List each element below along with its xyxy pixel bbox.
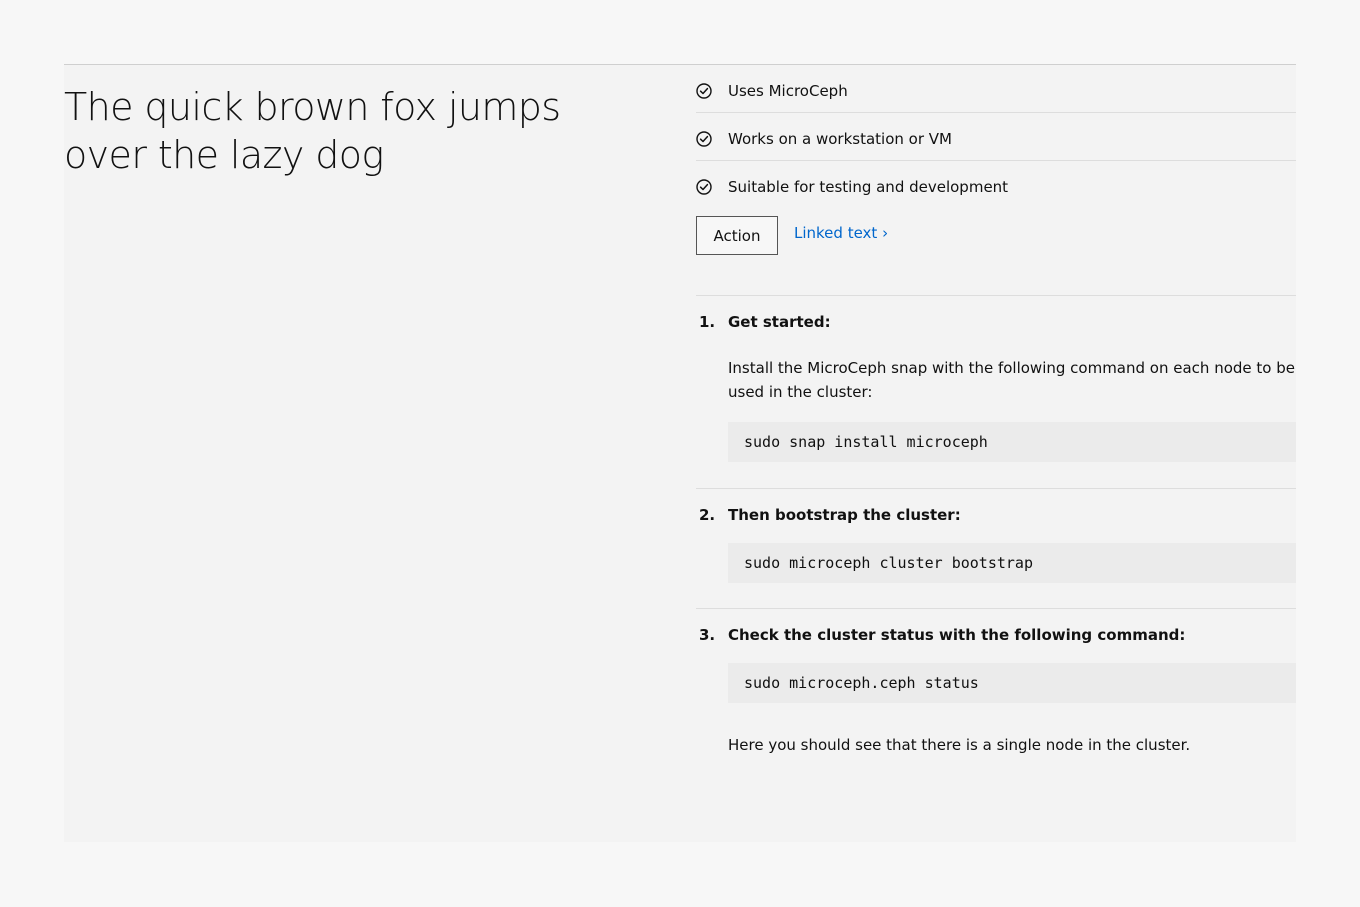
step-item: 3. Check the cluster status with the fol…	[696, 609, 1296, 769]
feature-list: Uses MicroCeph Works on a workstation or…	[696, 65, 1296, 209]
code-snippet[interactable]: sudo snap install microceph	[728, 422, 1296, 462]
step-item: 1. Get started: Install the MicroCeph sn…	[696, 296, 1296, 489]
feature-item-microceph: Uses MicroCeph	[696, 65, 1296, 113]
check-circle-icon	[696, 179, 712, 195]
check-circle-icon	[696, 131, 712, 147]
code-snippet[interactable]: sudo microceph cluster bootstrap	[728, 543, 1296, 583]
page-title: The quick brown fox jumps over the lazy …	[64, 85, 561, 177]
code-snippet[interactable]: sudo microceph.ceph status	[728, 663, 1296, 703]
feature-label: Uses MicroCeph	[728, 82, 848, 100]
steps-list: 1. Get started: Install the MicroCeph sn…	[696, 296, 1296, 769]
step-title: Then bootstrap the cluster:	[728, 506, 961, 524]
step-description: Here you should see that there is a sing…	[728, 736, 1191, 754]
step-description: Install the MicroCeph snap with the foll…	[728, 359, 1295, 401]
linked-text-link[interactable]: Linked text ›	[794, 223, 888, 243]
step-number: 2.	[699, 506, 716, 524]
feature-item-workstation: Works on a workstation or VM	[696, 113, 1296, 161]
feature-label: Suitable for testing and development	[728, 178, 1009, 196]
feature-item-testing: Suitable for testing and development	[696, 161, 1296, 209]
step-title: Check the cluster status with the follow…	[728, 626, 1186, 644]
action-button[interactable]: Action	[696, 216, 778, 255]
feature-label: Works on a workstation or VM	[728, 130, 952, 148]
step-item: 2. Then bootstrap the cluster: sudo micr…	[696, 489, 1296, 609]
right-column: Uses MicroCeph Works on a workstation or…	[696, 65, 1296, 769]
step-number: 3.	[699, 626, 716, 644]
content-panel: The quick brown fox jumps over the lazy …	[64, 64, 1296, 842]
step-title: Get started:	[728, 313, 831, 331]
actions-row: Action Linked text ›	[696, 209, 1296, 296]
check-circle-icon	[696, 83, 712, 99]
step-number: 1.	[699, 313, 716, 331]
